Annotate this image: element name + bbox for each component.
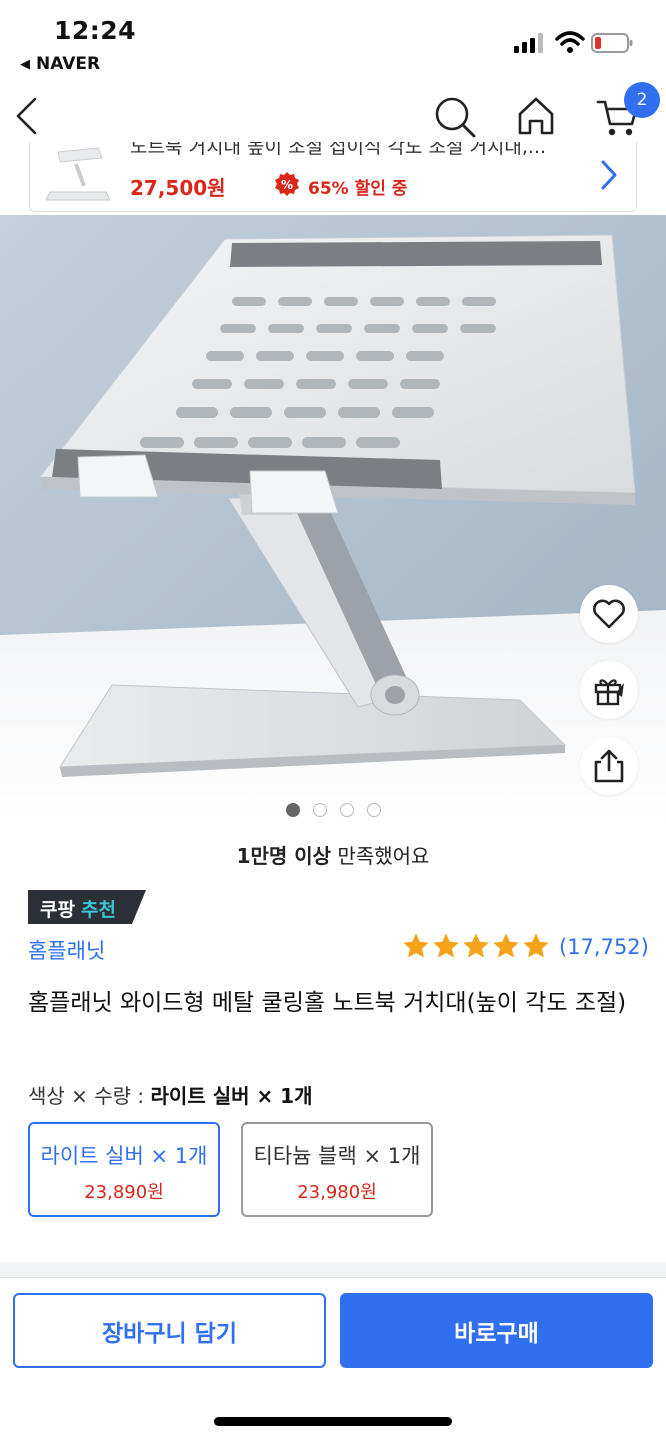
star-icon [403, 933, 429, 958]
gift-icon [594, 679, 624, 706]
option-price: 23,890원 [84, 1182, 164, 1203]
option-light-silver[interactable]: 라이트 실버 × 1개 23,890원 [28, 1122, 220, 1217]
option-titanium-black[interactable]: 티타늄 블랙 × 1개 23,980원 [241, 1122, 433, 1217]
recommend-part2: 추천 [81, 899, 116, 921]
add-to-cart-button[interactable]: 장바구니 담기 [13, 1293, 326, 1368]
mini-product-thumbnail [40, 146, 116, 206]
option-name: 티타늄 블랙 × 1개 [253, 1144, 421, 1168]
section-divider [0, 1262, 666, 1278]
heart-icon [593, 599, 625, 629]
product-title: 홈플래닛 와이드형 메탈 쿨링홀 노트북 거치대(높이 각도 조절) [28, 990, 627, 1016]
search-icon[interactable] [434, 96, 476, 138]
option-name: 라이트 실버 × 1개 [40, 1144, 208, 1168]
discount-badge-icon: % [275, 172, 299, 196]
triangle-left-icon: ◀ [20, 56, 30, 72]
carousel-dot[interactable] [366, 803, 381, 817]
recommend-part1: 쿠팡 [40, 899, 75, 921]
battery-low-icon [591, 33, 633, 53]
star-icon [463, 933, 489, 958]
carousel-dots [0, 803, 666, 817]
star-icon [523, 933, 549, 958]
gift-button[interactable] [580, 661, 638, 719]
share-button[interactable] [580, 737, 638, 795]
home-indicator[interactable] [214, 1417, 452, 1426]
satisfaction-label: 만족했어요 [331, 844, 430, 868]
chevron-right-icon[interactable] [598, 158, 620, 192]
coupang-recommend-badge: 쿠팡 추천 [28, 890, 146, 924]
carousel-dot[interactable] [285, 803, 300, 817]
status-time: 12:24 [54, 16, 137, 45]
carousel-dot[interactable] [312, 803, 327, 817]
wifi-icon [555, 31, 585, 53]
back-app-label: NAVER [36, 54, 101, 74]
carousel-dot[interactable] [339, 803, 354, 817]
cart-count-badge: 2 [624, 82, 660, 118]
mini-product-banner[interactable]: 노트북 거치대 높이 조절 접이식 각도 조절 거치대,... 27,500원 … [29, 142, 637, 212]
option-price: 23,980원 [297, 1182, 377, 1203]
home-icon[interactable] [516, 96, 556, 136]
star-rating[interactable] [402, 932, 550, 960]
buy-now-button[interactable]: 바로구매 [340, 1293, 653, 1368]
star-icon [493, 933, 519, 958]
option-label: 색상 × 수량 : [28, 1084, 151, 1108]
laptop-stand-image [0, 215, 666, 825]
cellular-signal-icon [514, 33, 543, 53]
back-icon[interactable] [14, 96, 40, 136]
wishlist-button[interactable] [580, 585, 638, 643]
svg-text:%: % [281, 178, 293, 192]
status-bar: 12:24 ◀ NAVER [0, 0, 666, 84]
review-count-link[interactable]: (17,752) [559, 935, 649, 959]
star-icon [433, 933, 459, 958]
option-summary: 색상 × 수량 : 라이트 실버 × 1개 [28, 1080, 313, 1109]
top-nav-bar [0, 84, 666, 150]
option-selected-value: 라이트 실버 × 1개 [150, 1084, 313, 1108]
share-icon [594, 749, 624, 783]
mini-product-price: 27,500원 [130, 176, 226, 200]
product-image-carousel[interactable] [0, 215, 666, 825]
satisfaction-count: 1만명 이상 [236, 844, 332, 868]
back-to-app-link[interactable]: ◀ NAVER [20, 54, 100, 74]
mini-product-title: 노트북 거치대 높이 조절 접이식 각도 조절 거치대,... [130, 142, 547, 158]
brand-link[interactable]: 홈플래닛 [28, 935, 105, 965]
satisfaction-text: 1만명 이상 만족했어요 [0, 840, 666, 869]
mini-product-discount: 65% 할인 중 [308, 179, 408, 199]
